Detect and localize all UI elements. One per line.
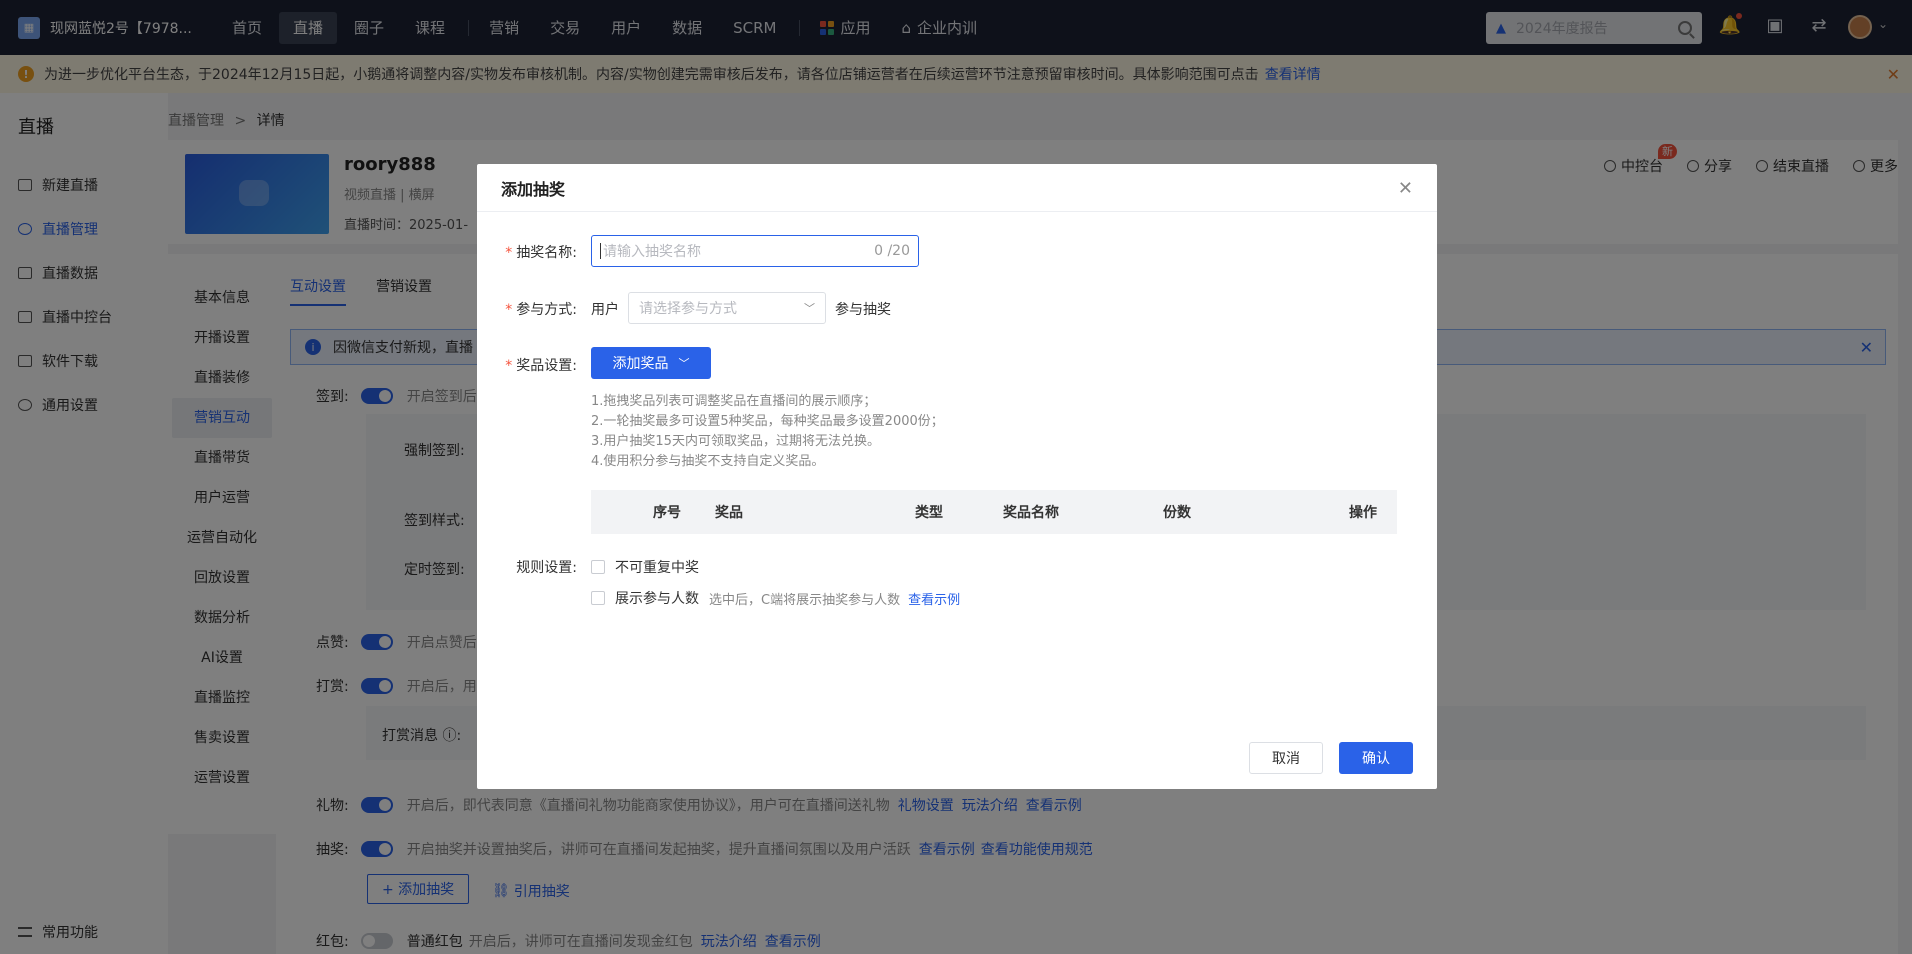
show-participants-desc: 选中后，C端将展示抽奖参与人数 <box>709 592 901 608</box>
join-method-placeholder: 请选择参与方式 <box>639 301 737 317</box>
chevron-down-icon: ﹀ <box>678 357 690 370</box>
col-prize-name: 奖品名称 <box>1003 505 1059 521</box>
no-repeat-win-checkbox[interactable]: 不可重复中奖 <box>591 557 699 577</box>
col-quantity: 份数 <box>1163 505 1191 521</box>
chevron-down-icon: ﹀ <box>804 302 815 315</box>
lottery-name-label: * 抽奖名称: <box>505 245 577 261</box>
add-lottery-modal: 添加抽奖 ✕ * 抽奖名称: 请输入抽奖名称 0 /20 * 参与方式: 用户 请选… <box>477 164 1437 789</box>
text-cursor <box>600 243 601 259</box>
col-actions: 操作 <box>1349 505 1377 521</box>
lottery-name-input[interactable]: 请输入抽奖名称 0 /20 <box>591 235 919 267</box>
rules-label: 规则设置: <box>516 560 577 576</box>
prize-table-header: 序号 奖品 类型 奖品名称 份数 操作 <box>591 490 1397 534</box>
show-participants-label: 展示参与人数 <box>615 591 699 607</box>
prize-settings-label: * 奖品设置: <box>505 358 577 374</box>
char-counter: 0 /20 <box>874 243 910 259</box>
lottery-name-placeholder: 请输入抽奖名称 <box>603 244 701 260</box>
close-icon[interactable]: ✕ <box>1398 178 1413 199</box>
modal-title: 添加抽奖 <box>477 164 1437 212</box>
prize-settings-label-text: 奖品设置: <box>516 358 577 374</box>
join-method-select[interactable]: 请选择参与方式 ﹀ <box>628 292 826 324</box>
lottery-name-label-text: 抽奖名称: <box>516 245 577 261</box>
join-method-label: * 参与方式: <box>505 302 577 318</box>
confirm-button[interactable]: 确认 <box>1339 742 1413 774</box>
join-method-label-text: 参与方式: <box>516 302 577 318</box>
add-prize-label: 添加奖品 <box>612 356 669 372</box>
cancel-button[interactable]: 取消 <box>1249 742 1323 774</box>
tip-line: 3.用户抽奖15天内可领取奖品，过期将无法兑换。 <box>591 434 880 449</box>
checkbox-icon <box>591 560 605 574</box>
join-prefix: 用户 <box>591 302 619 318</box>
checkbox-icon <box>591 591 605 605</box>
show-participants-example-link[interactable]: 查看示例 <box>908 589 960 608</box>
add-prize-button[interactable]: 添加奖品 ﹀ <box>591 347 711 379</box>
prize-tips: 1.拖拽奖品列表可调整奖品在直播间的展示顺序； 2.一轮抽奖最多可设置5种奖品，… <box>591 392 944 472</box>
col-index: 序号 <box>653 505 681 521</box>
tip-line: 2.一轮抽奖最多可设置5种奖品，每种奖品最多设置2000份； <box>591 414 944 429</box>
col-prize: 奖品 <box>715 505 743 521</box>
tip-line: 4.使用积分参与抽奖不支持自定义奖品。 <box>591 454 825 469</box>
col-type: 类型 <box>915 505 943 521</box>
join-suffix: 参与抽奖 <box>835 302 891 318</box>
no-repeat-win-label: 不可重复中奖 <box>615 560 699 576</box>
show-participants-checkbox[interactable]: 展示参与人数 选中后，C端将展示抽奖参与人数 查看示例 <box>591 588 960 608</box>
tip-line: 1.拖拽奖品列表可调整奖品在直播间的展示顺序； <box>591 394 877 409</box>
